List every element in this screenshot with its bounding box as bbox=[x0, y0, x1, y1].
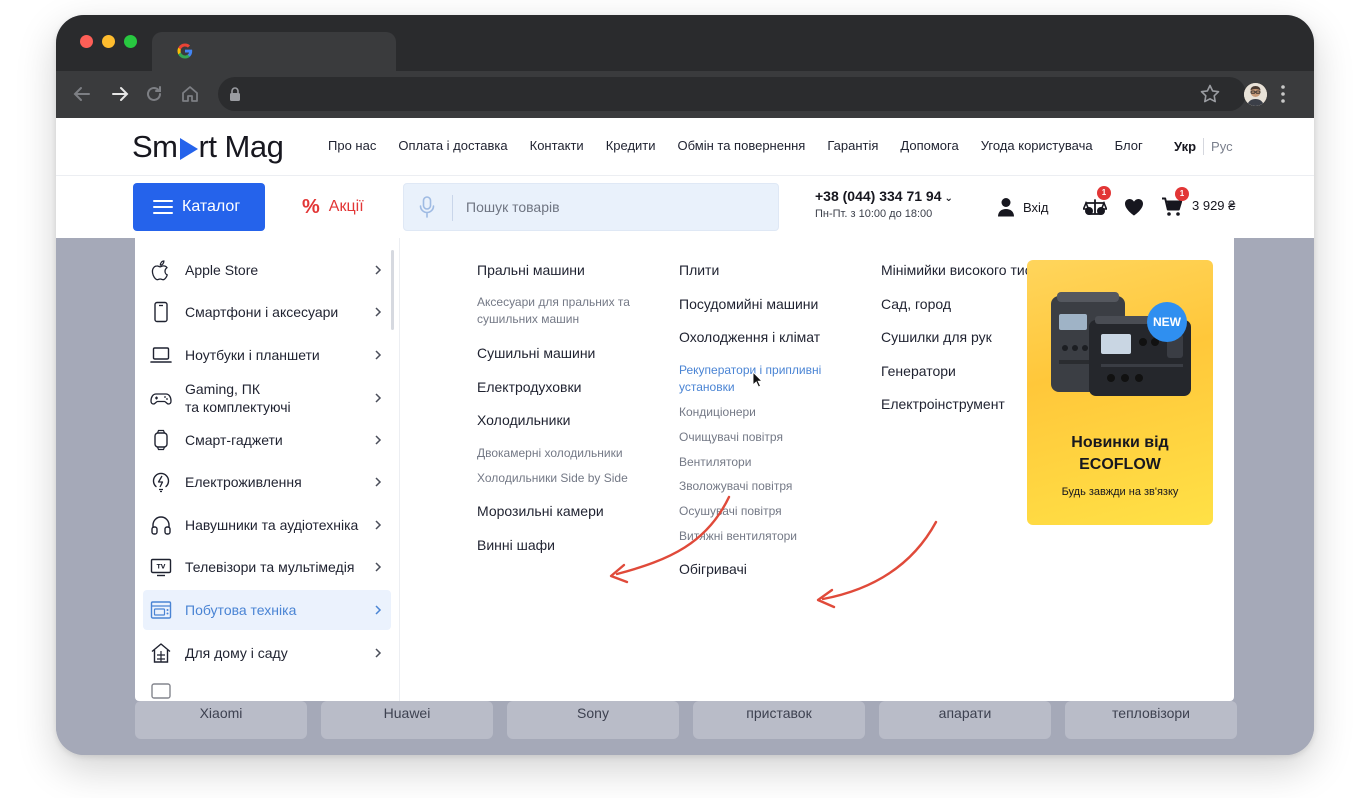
promo-banner-ecoflow[interactable]: NEW Новинки від ECOFLOW Будь завжди на зв… bbox=[1027, 260, 1213, 525]
home-icon[interactable] bbox=[178, 82, 202, 106]
promotions-link[interactable]: % Акції bbox=[302, 196, 364, 218]
login-button[interactable]: Вхід bbox=[997, 197, 1049, 217]
percent-icon: % bbox=[302, 196, 320, 218]
logo-text-prefix: Sm bbox=[132, 129, 178, 164]
brand-tile-label: Sony bbox=[577, 705, 609, 721]
minimize-window-button[interactable] bbox=[102, 35, 115, 48]
brand-tile-label: апарати bbox=[938, 705, 992, 721]
login-label: Вхід bbox=[1023, 199, 1049, 215]
microphone-icon[interactable] bbox=[418, 196, 436, 218]
chevron-down-icon: ⌄ bbox=[944, 193, 953, 204]
lang-divider bbox=[1203, 138, 1205, 155]
phone-number-text: +38 (044) 334 71 94 bbox=[815, 188, 942, 204]
nav-link-exchange-return[interactable]: Обмін та повернення bbox=[678, 138, 806, 153]
phone-number: +38 (044) 334 71 94 ⌄ bbox=[815, 188, 953, 204]
site-logo[interactable]: Sm rt Mag bbox=[132, 129, 284, 165]
banner-title-line2: ECOFLOW bbox=[1079, 456, 1161, 473]
logo-play-icon bbox=[179, 138, 198, 160]
site-header: Каталог % Акції +38 (044) 334 71 94⌄ Пн-… bbox=[56, 176, 1314, 238]
banner-title: Новинки від ECOFLOW bbox=[1027, 432, 1213, 476]
new-badge: NEW bbox=[1147, 302, 1187, 342]
user-icon bbox=[998, 198, 1014, 217]
lock-icon bbox=[230, 87, 240, 101]
search-divider bbox=[452, 195, 453, 221]
browser-tab[interactable] bbox=[152, 32, 396, 71]
catalog-label: Каталог bbox=[182, 198, 241, 215]
hamburger-icon bbox=[153, 200, 173, 214]
top-navigation: Про нас Оплата і доставка Контакти Креди… bbox=[328, 138, 1165, 153]
banner-subtitle: Будь завжди на зв'язку bbox=[1061, 486, 1179, 498]
nav-link-payment-delivery[interactable]: Оплата і доставка bbox=[398, 138, 507, 153]
cart-count-badge: 1 bbox=[1175, 187, 1189, 201]
promotions-label: Акції bbox=[328, 198, 364, 215]
brand-tile-label: Huawei bbox=[383, 705, 431, 721]
brand-tile-label: тепловізори bbox=[1112, 705, 1190, 721]
kebab-menu-icon[interactable] bbox=[1278, 83, 1288, 105]
browser-tab-bar bbox=[56, 15, 1314, 71]
nav-link-contacts[interactable]: Контакти bbox=[530, 138, 584, 153]
logo-text-suffix: rt Mag bbox=[198, 129, 284, 164]
wishlist-button[interactable] bbox=[1124, 198, 1144, 221]
site-top-bar: Sm rt Mag Про нас Оплата і доставка Конта… bbox=[56, 118, 1314, 176]
close-window-button[interactable] bbox=[80, 35, 93, 48]
nav-link-credits[interactable]: Кредити bbox=[606, 138, 656, 153]
brand-tile-label: приставок bbox=[746, 705, 812, 721]
user-face-icon bbox=[1244, 83, 1267, 106]
nav-link-about[interactable]: Про нас bbox=[328, 138, 376, 153]
heart-icon bbox=[1125, 199, 1143, 216]
back-arrow-icon[interactable] bbox=[70, 82, 94, 106]
browser-window: Sm rt Mag Про нас Оплата і доставка Конта… bbox=[56, 15, 1314, 755]
banner-title-line1: Новинки від bbox=[1071, 434, 1169, 451]
brand-tile: апарати bbox=[879, 701, 1051, 739]
language-switcher: Укр Рус bbox=[1174, 138, 1233, 155]
nav-link-help[interactable]: Допомога bbox=[900, 138, 958, 153]
brand-tile: приставок bbox=[693, 701, 865, 739]
compare-count-badge: 1 bbox=[1097, 186, 1111, 200]
nav-link-user-agreement[interactable]: Угода користувача bbox=[981, 138, 1093, 153]
lang-rus[interactable]: Рус bbox=[1211, 139, 1233, 154]
catalog-button[interactable]: Каталог bbox=[133, 183, 265, 231]
phone-block[interactable]: +38 (044) 334 71 94 ⌄ Пн-Пт. з 10:00 до 1… bbox=[815, 188, 953, 220]
brand-tile: Huawei bbox=[321, 701, 493, 739]
brand-tile: тепловізори bbox=[1065, 701, 1237, 739]
forward-arrow-icon[interactable] bbox=[108, 82, 132, 106]
search-box bbox=[403, 183, 779, 231]
catalog-mega-menu: Apple Store Смартфони і аксесуари Ноутбу… bbox=[135, 238, 1234, 701]
google-icon bbox=[177, 43, 193, 59]
cart-button[interactable]: 1 bbox=[1161, 187, 1189, 222]
brand-tile-label: Xiaomi bbox=[199, 705, 243, 721]
reload-icon[interactable] bbox=[142, 82, 166, 106]
nav-link-warranty[interactable]: Гарантія bbox=[827, 138, 878, 153]
brand-tile: Xiaomi bbox=[135, 701, 307, 739]
search-input[interactable] bbox=[466, 184, 766, 230]
maximize-window-button[interactable] bbox=[124, 35, 137, 48]
brand-tile: Sony bbox=[507, 701, 679, 739]
browser-toolbar bbox=[56, 71, 1314, 118]
lang-ukr[interactable]: Укр bbox=[1174, 139, 1196, 154]
address-bar[interactable] bbox=[218, 77, 1246, 111]
profile-avatar[interactable] bbox=[1244, 83, 1267, 106]
bookmark-star-icon[interactable] bbox=[1198, 82, 1222, 106]
working-hours: Пн-Пт. з 10:00 до 18:00 bbox=[815, 208, 933, 220]
cart-total: 3 929 ₴ bbox=[1192, 198, 1236, 213]
nav-link-blog[interactable]: Блог bbox=[1115, 138, 1143, 153]
screenshot-stage: Sm rt Mag Про нас Оплата і доставка Конта… bbox=[0, 0, 1368, 798]
compare-button[interactable]: 1 bbox=[1082, 186, 1111, 222]
